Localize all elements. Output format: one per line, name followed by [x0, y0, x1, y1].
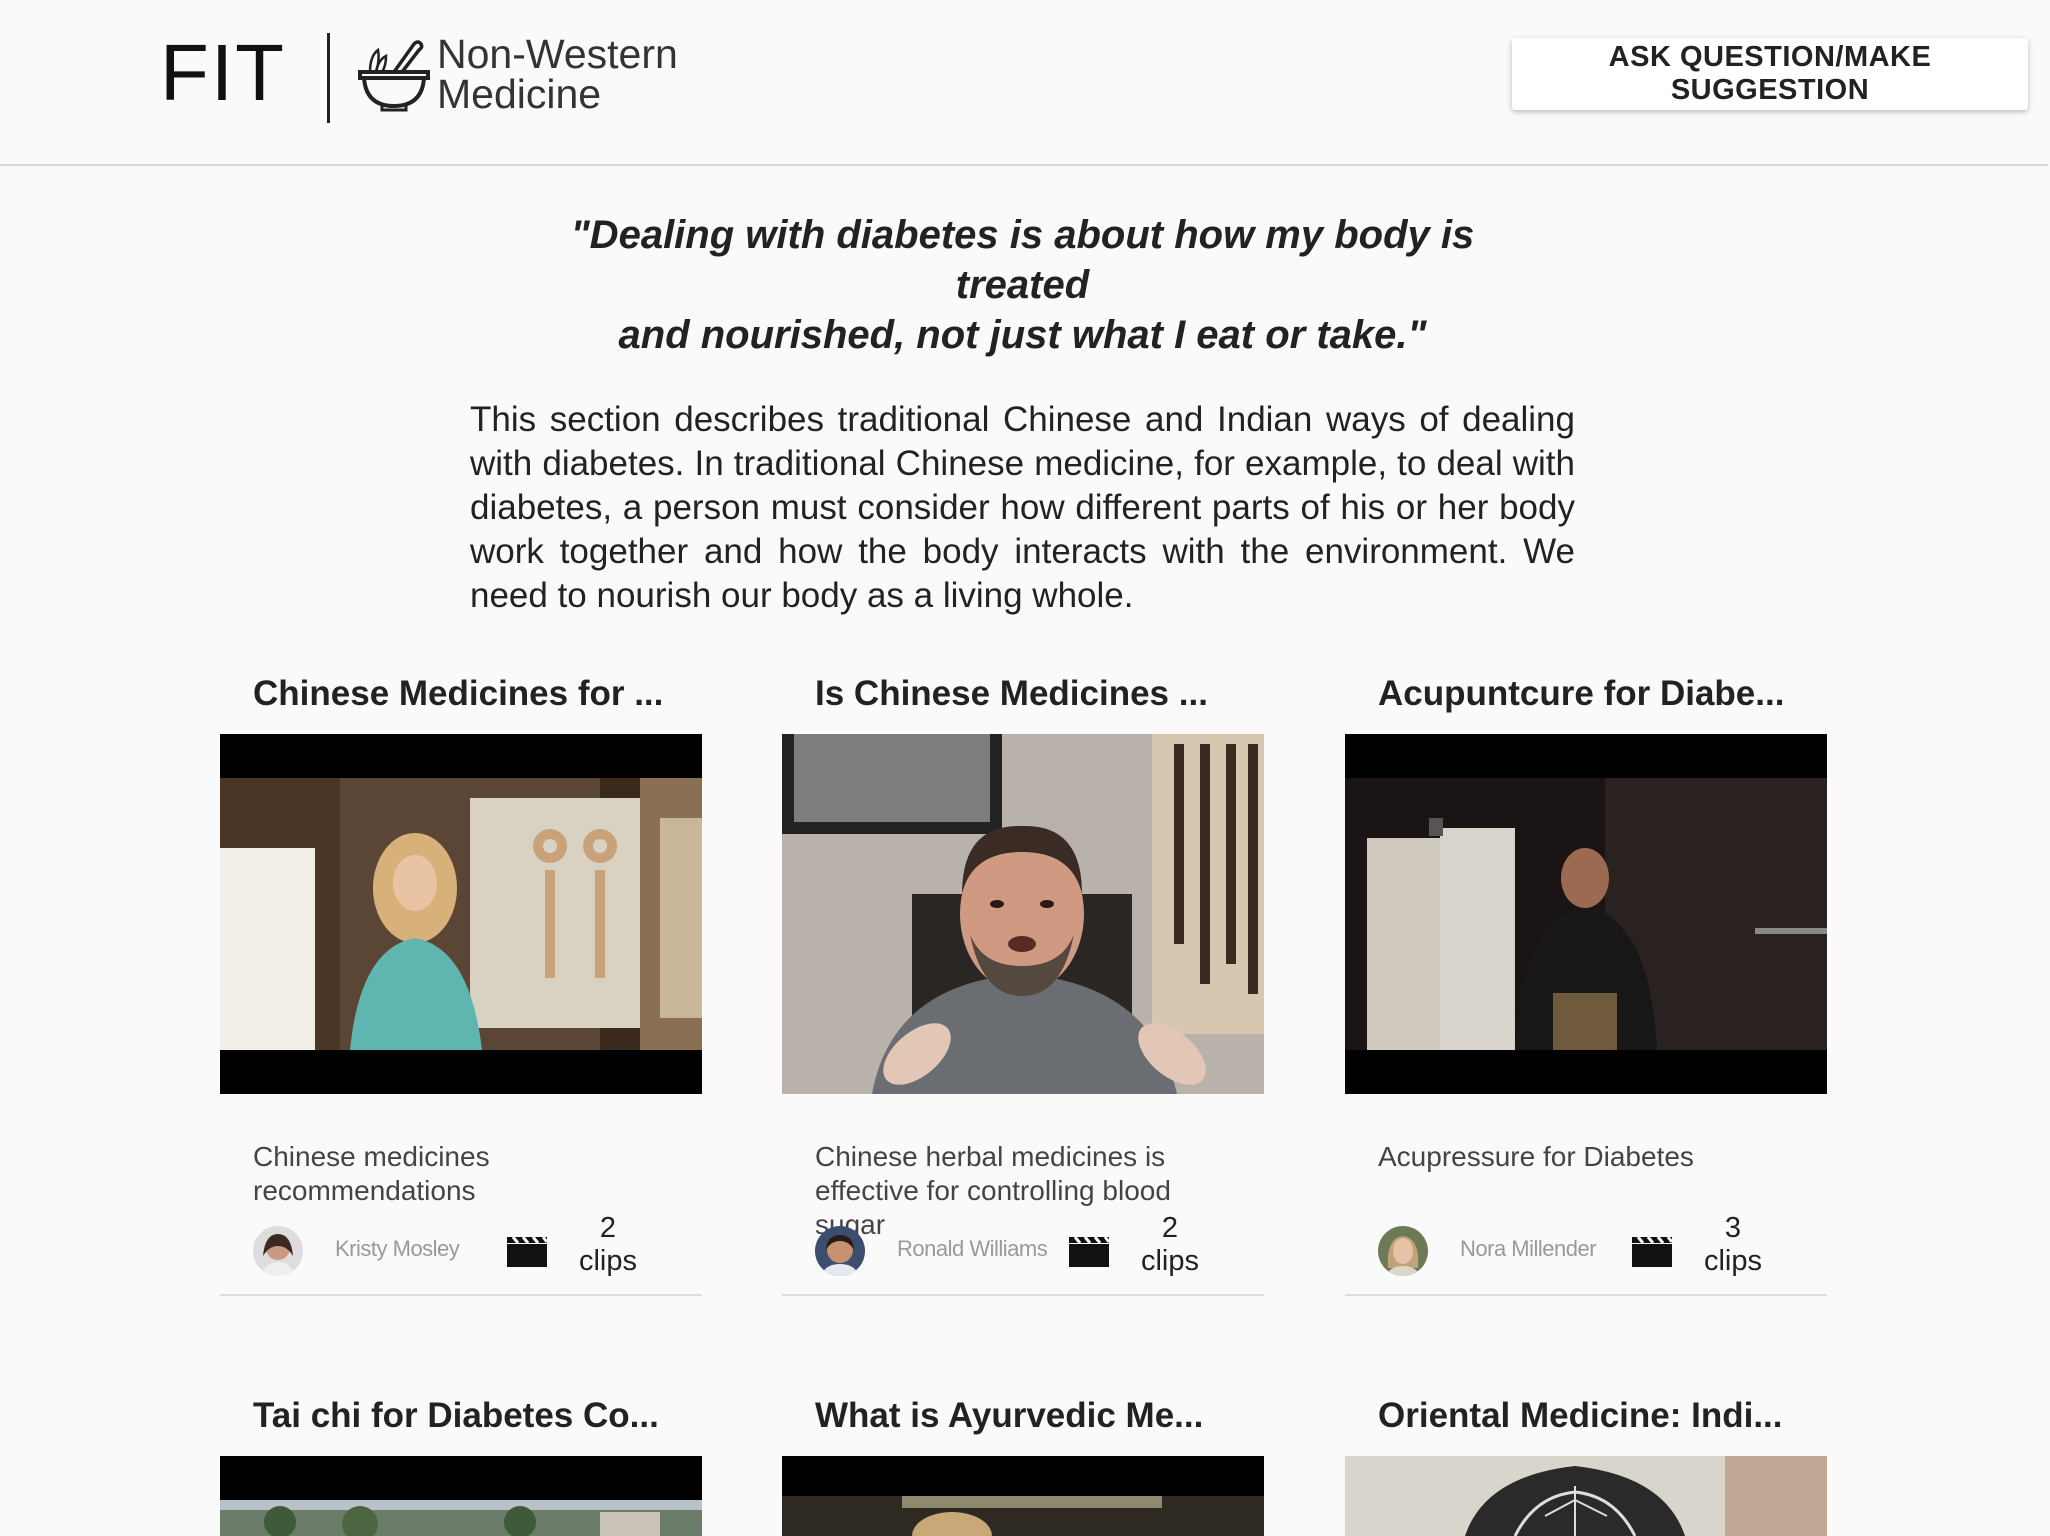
author-avatar[interactable] — [815, 1226, 865, 1276]
video-still-image — [220, 778, 702, 1050]
quote-line-2: and nourished, not just what I eat or ta… — [618, 313, 1427, 357]
intro-description: This section describes traditional Chine… — [470, 400, 1575, 615]
clips-number: 3 — [1724, 1212, 1742, 1244]
card-title[interactable]: Tai chi for Diabetes Co... — [220, 1394, 702, 1438]
logo-title[interactable]: Non-Western Medicine — [437, 31, 678, 117]
clips-label: clips — [1703, 1245, 1762, 1277]
video-thumbnail[interactable] — [220, 1456, 702, 1536]
video-card[interactable]: Chinese Medicines for ... Chinese medici… — [220, 672, 702, 1296]
clips-label: clips — [1140, 1245, 1199, 1277]
video-card[interactable]: Acupuntcure for Diabe... Acupressure for… — [1345, 672, 1827, 1296]
author-avatar[interactable] — [1378, 1226, 1428, 1276]
author-avatar[interactable] — [253, 1226, 303, 1276]
video-thumbnail[interactable] — [220, 734, 702, 1094]
logo-line-2: Medicine — [437, 71, 602, 117]
clips-label: clips — [578, 1245, 637, 1277]
video-still-image — [782, 734, 1264, 1094]
video-card[interactable]: Oriental Medicine: Indi... — [1345, 1394, 1827, 1536]
avatar-image — [1378, 1226, 1428, 1276]
video-still-image — [1345, 778, 1827, 1050]
video-card[interactable]: Tai chi for Diabetes Co... — [220, 1394, 702, 1536]
top-header: FIT Non-Western Medicine ASK QUESTION/MA… — [0, 0, 2048, 166]
video-still-image — [1345, 1456, 1827, 1536]
card-meta: Nora Millender 3 clips — [1345, 1212, 1827, 1296]
clapperboard-icon — [1632, 1236, 1673, 1267]
card-meta: Ronald Williams 2 clips — [782, 1212, 1264, 1296]
clips-number: 2 — [599, 1212, 617, 1244]
video-thumbnail[interactable] — [782, 1456, 1264, 1536]
video-still-image — [782, 1496, 1264, 1536]
author-name[interactable]: Nora Millender — [1460, 1236, 1597, 1262]
ask-question-button[interactable]: ASK QUESTION/MAKE SUGGESTION — [1512, 38, 2028, 110]
card-meta: Kristy Mosley 2 clips — [220, 1212, 702, 1296]
clapperboard-icon — [507, 1236, 548, 1267]
author-name[interactable]: Ronald Williams — [897, 1236, 1048, 1262]
intro-section: "Dealing with diabetes is about how my b… — [470, 210, 1575, 618]
video-thumbnail[interactable] — [1345, 1456, 1827, 1536]
video-card[interactable]: Is Chinese Medicines ... Chinese herbal … — [782, 672, 1264, 1296]
video-thumbnail[interactable] — [1345, 734, 1827, 1094]
card-title[interactable]: What is Ayurvedic Me... — [782, 1394, 1264, 1438]
card-title[interactable]: Is Chinese Medicines ... — [782, 672, 1264, 716]
logo-line-1: Non-Western — [437, 31, 678, 77]
author-name[interactable]: Kristy Mosley — [335, 1236, 460, 1262]
avatar-image — [253, 1226, 303, 1276]
card-subtitle: Chinese medicines recommendations — [253, 1141, 490, 1206]
clips-count: 2 clips — [1130, 1212, 1210, 1278]
video-thumbnail[interactable] — [782, 734, 1264, 1094]
brand-logo-text[interactable]: FIT — [160, 28, 286, 118]
quote-line-1: "Dealing with diabetes is about how my b… — [570, 213, 1475, 307]
clapperboard-icon — [1069, 1236, 1110, 1267]
card-title[interactable]: Chinese Medicines for ... — [220, 672, 702, 716]
clips-count: 3 clips — [1693, 1212, 1773, 1278]
card-subtitle: Acupressure for Diabetes — [1378, 1141, 1694, 1172]
intro-quote: "Dealing with diabetes is about how my b… — [510, 210, 1535, 360]
brand-divider — [327, 33, 330, 123]
card-title[interactable]: Oriental Medicine: Indi... — [1345, 1394, 1827, 1438]
video-card[interactable]: What is Ayurvedic Me... — [782, 1394, 1264, 1536]
clips-number: 2 — [1161, 1212, 1179, 1244]
card-title[interactable]: Acupuntcure for Diabe... — [1345, 672, 1827, 716]
avatar-image — [815, 1226, 865, 1276]
mortar-pestle-icon — [358, 40, 430, 112]
video-still-image — [220, 1500, 702, 1536]
clips-count: 2 clips — [568, 1212, 648, 1278]
